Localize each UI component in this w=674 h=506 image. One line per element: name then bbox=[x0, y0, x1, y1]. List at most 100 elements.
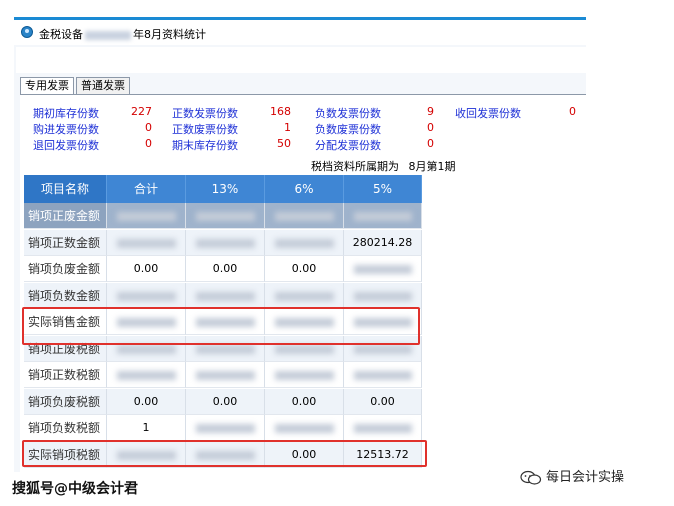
redacted-value bbox=[117, 291, 176, 301]
redacted-value bbox=[196, 371, 255, 380]
stat-value: 0 bbox=[427, 121, 434, 134]
stat-label: 期末库存份数 bbox=[172, 139, 238, 152]
table-cell[interactable] bbox=[265, 362, 344, 388]
stat-value: 0 bbox=[145, 121, 152, 134]
table-cell[interactable] bbox=[186, 229, 265, 256]
tax-period-label: 税档资料所属期为 bbox=[311, 160, 399, 173]
table-cell[interactable] bbox=[344, 415, 422, 441]
window-title: 金税设备 年8月资料统计 bbox=[39, 28, 206, 41]
row-item-name: 销项负数金额 bbox=[24, 282, 107, 309]
redacted-value bbox=[275, 212, 334, 221]
tax-period-value: 8月第1期 bbox=[408, 160, 456, 173]
table-cell[interactable]: 0.00 bbox=[265, 388, 344, 415]
table-row[interactable]: 销项正数税额 bbox=[24, 362, 422, 388]
stat-value: 9 bbox=[427, 105, 434, 118]
table-cell[interactable] bbox=[265, 229, 344, 256]
redacted-value bbox=[196, 291, 255, 301]
redacted-value bbox=[117, 371, 176, 380]
table-cell[interactable]: 0.00 bbox=[265, 256, 344, 282]
table-row[interactable]: 销项负废金额 0.00 0.00 0.00 bbox=[24, 256, 422, 282]
column-header-13pct[interactable]: 13% bbox=[186, 175, 265, 203]
table-row[interactable]: 销项负数税额 1 bbox=[24, 415, 422, 441]
redacted-value bbox=[354, 371, 412, 380]
stat-label: 正数废票份数 bbox=[172, 123, 238, 136]
stat-value: 0 bbox=[569, 105, 576, 118]
redacted-value bbox=[196, 238, 255, 248]
title-bar: 金税设备 年8月资料统计 bbox=[14, 17, 586, 45]
redacted-value bbox=[275, 371, 334, 380]
table-cell[interactable] bbox=[186, 415, 265, 441]
table-row[interactable]: 销项负数金额 bbox=[24, 282, 422, 309]
tax-period: 税档资料所属期为 8月第1期 bbox=[311, 158, 462, 174]
table-cell[interactable] bbox=[107, 203, 186, 229]
table-cell[interactable]: 0.00 bbox=[107, 388, 186, 415]
app-icon bbox=[21, 26, 33, 38]
tab-normal-invoice[interactable]: 普通发票 bbox=[76, 77, 130, 94]
redacted-value bbox=[196, 424, 255, 433]
table-cell[interactable] bbox=[265, 203, 344, 229]
tab-special-invoice[interactable]: 专用发票 bbox=[20, 77, 74, 95]
redacted-value bbox=[354, 265, 412, 274]
stat-label: 分配发票份数 bbox=[315, 139, 381, 152]
table-cell[interactable]: 0.00 bbox=[186, 388, 265, 415]
redacted-year bbox=[85, 30, 131, 40]
redacted-value bbox=[275, 424, 334, 433]
stat-label: 负数废票份数 bbox=[315, 123, 381, 136]
table-cell[interactable] bbox=[344, 282, 422, 309]
table-cell[interactable]: 0.00 bbox=[107, 256, 186, 282]
table-cell[interactable]: 280214.28 bbox=[344, 229, 422, 256]
table-cell[interactable] bbox=[265, 415, 344, 441]
table-cell[interactable] bbox=[186, 362, 265, 388]
stat-label: 正数发票份数 bbox=[172, 107, 238, 120]
stat-value: 1 bbox=[284, 121, 291, 134]
watermark-wechat-text: 每日会计实操 bbox=[546, 470, 625, 485]
table-row[interactable]: 销项正数金额 280214.28 bbox=[24, 229, 422, 256]
row-item-name: 销项负废金额 bbox=[24, 256, 107, 282]
stat-value: 0 bbox=[145, 137, 152, 150]
redacted-value bbox=[354, 424, 412, 433]
wechat-icon bbox=[520, 470, 542, 485]
stat-value: 168 bbox=[270, 105, 291, 118]
row-item-name: 销项正废金额 bbox=[24, 203, 107, 229]
table-cell[interactable] bbox=[344, 256, 422, 282]
table-cell[interactable]: 1 bbox=[107, 415, 186, 441]
redacted-value bbox=[354, 291, 412, 301]
highlight-actual-output-tax bbox=[22, 440, 427, 467]
table-cell[interactable] bbox=[344, 362, 422, 388]
redacted-value bbox=[117, 238, 176, 248]
table-cell[interactable] bbox=[186, 203, 265, 229]
column-header-total[interactable]: 合计 bbox=[107, 175, 186, 203]
stat-value: 50 bbox=[277, 137, 291, 150]
redacted-value bbox=[354, 212, 412, 221]
redacted-value bbox=[117, 344, 176, 354]
stat-label: 退回发票份数 bbox=[33, 139, 99, 152]
row-item-name: 销项正数税额 bbox=[24, 362, 107, 388]
column-header-name[interactable]: 项目名称 bbox=[24, 175, 107, 203]
watermark-wechat: 每日会计实操 bbox=[520, 466, 624, 486]
table-cell[interactable]: 0.00 bbox=[186, 256, 265, 282]
stat-label: 负数发票份数 bbox=[315, 107, 381, 120]
redacted-value bbox=[275, 238, 334, 248]
table-cell[interactable] bbox=[107, 282, 186, 309]
stat-value: 0 bbox=[427, 137, 434, 150]
table-cell[interactable] bbox=[107, 229, 186, 256]
watermark-sohu: 搜狐号@中级会计君 bbox=[12, 481, 138, 497]
redacted-value bbox=[196, 212, 255, 221]
table-cell[interactable] bbox=[186, 282, 265, 309]
table-cell[interactable]: 0.00 bbox=[344, 388, 422, 415]
redacted-value bbox=[354, 344, 412, 354]
redacted-value bbox=[275, 344, 334, 354]
row-item-name: 销项正数金额 bbox=[24, 229, 107, 256]
redacted-value bbox=[275, 291, 334, 301]
table-row[interactable]: 销项正废金额 bbox=[24, 203, 422, 229]
stat-label: 收回发票份数 bbox=[455, 107, 521, 120]
table-cell[interactable] bbox=[107, 362, 186, 388]
column-header-6pct[interactable]: 6% bbox=[265, 175, 344, 203]
column-header-5pct[interactable]: 5% bbox=[344, 175, 422, 203]
table-row[interactable]: 销项负废税额 0.00 0.00 0.00 0.00 bbox=[24, 388, 422, 415]
table-cell[interactable] bbox=[344, 203, 422, 229]
redacted-value bbox=[196, 344, 255, 354]
redacted-value bbox=[117, 212, 176, 221]
table-cell[interactable] bbox=[265, 282, 344, 309]
stat-value: 227 bbox=[131, 105, 152, 118]
